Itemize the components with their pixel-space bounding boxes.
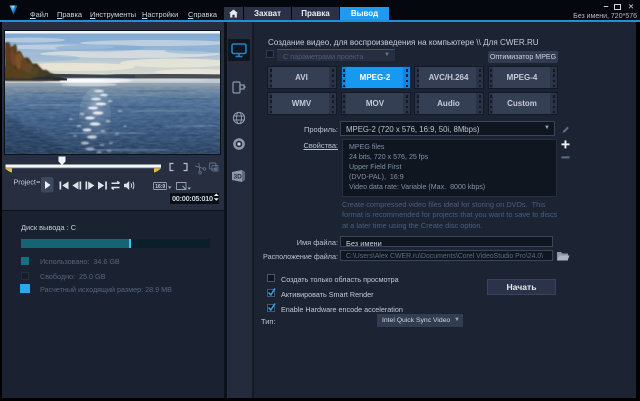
svg-text:3D: 3D: [234, 174, 243, 181]
svg-text:Project: Project: [14, 178, 36, 187]
svg-text:00:00:05:010: 00:00:05:010: [172, 194, 213, 203]
svg-text:16:9: 16:9: [155, 184, 165, 190]
